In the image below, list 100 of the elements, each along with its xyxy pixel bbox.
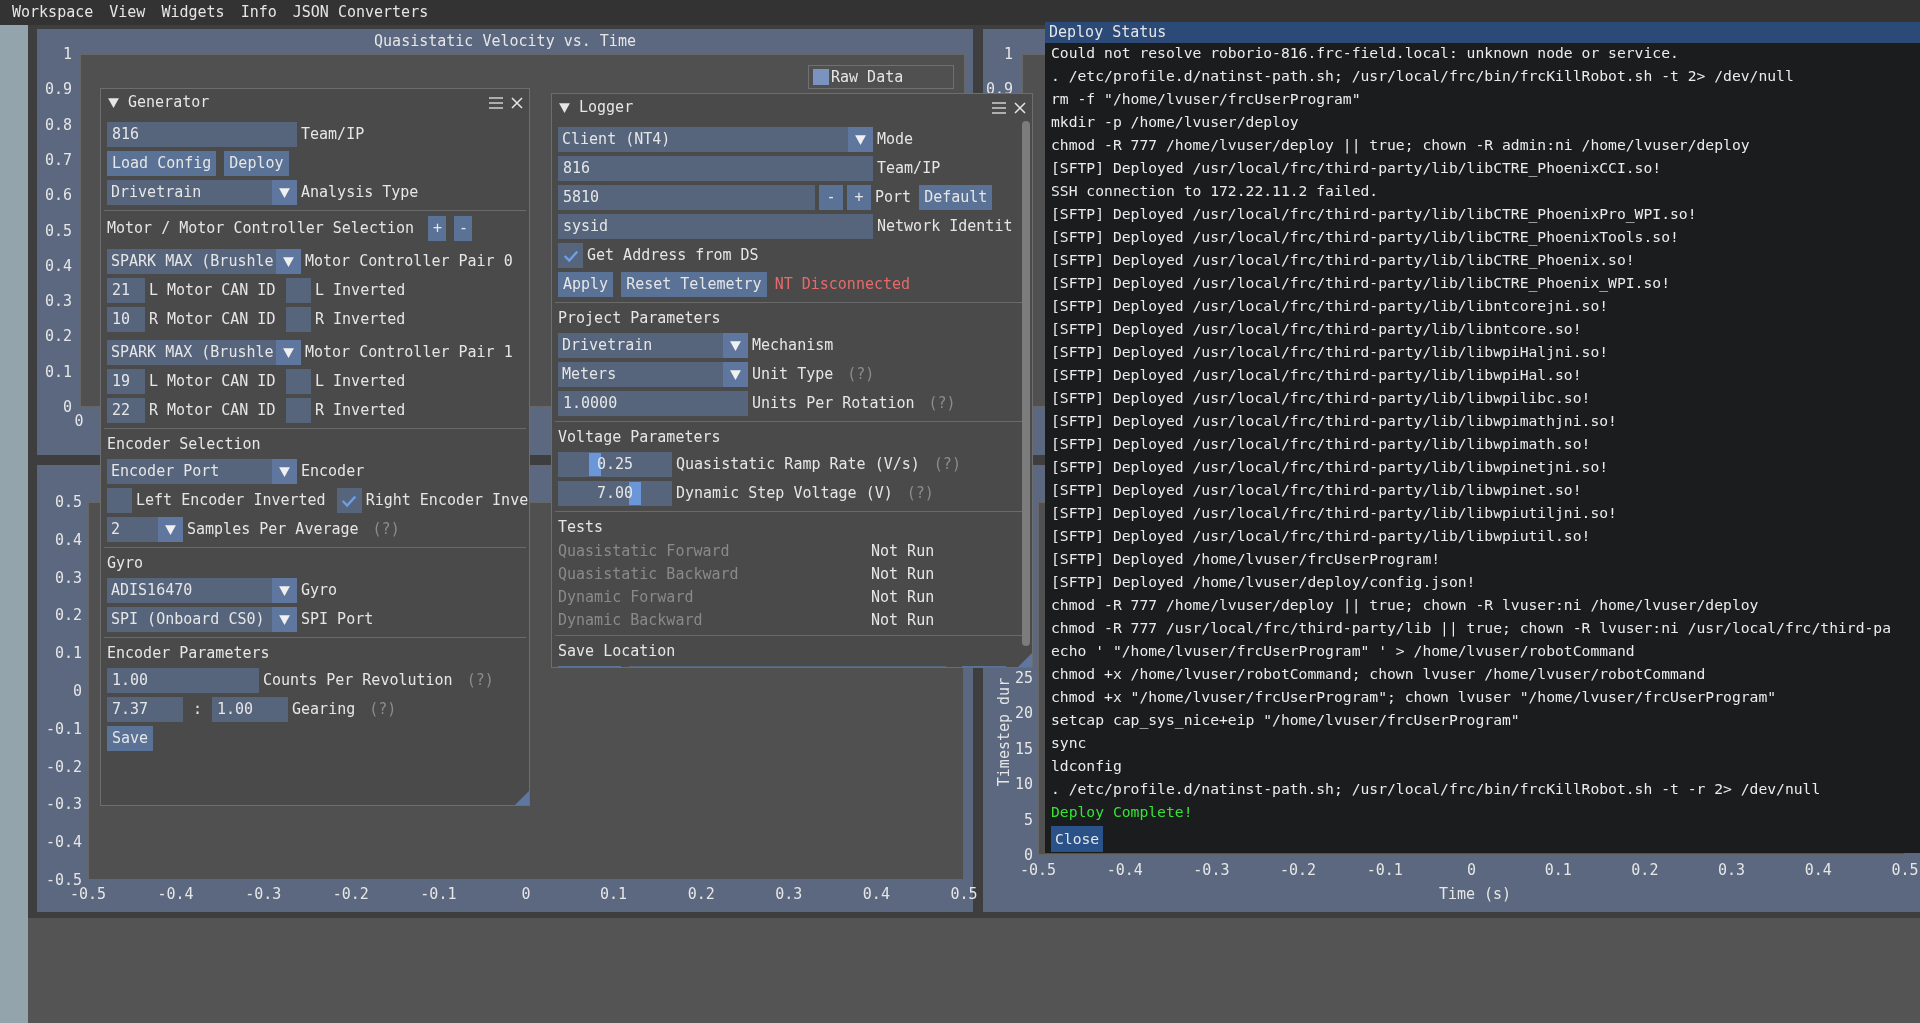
field-label: Analysis Type [301, 182, 419, 204]
axis-tick-label: 0.1 [44, 364, 72, 380]
axis-tick-label: 0.5 [950, 886, 978, 902]
log-line: mkdir -p /home/lvuser/deploy [1051, 113, 1300, 130]
close-button[interactable]: Close [1051, 826, 1104, 852]
checkbox[interactable] [558, 243, 583, 268]
dropdown[interactable]: Client (NT4) [558, 127, 873, 152]
help-marker[interactable]: (?) [847, 363, 875, 386]
text-field[interactable]: 816 [107, 122, 297, 147]
field-label: Right Encoder Inve [365, 490, 529, 512]
text-field[interactable]: 1.00 [212, 697, 289, 722]
collapse-triangle-icon[interactable] [107, 96, 120, 109]
axis-tick-label: 0.2 [44, 328, 72, 344]
action-button[interactable]: Deploy [224, 151, 289, 176]
field-label: Get Address from DS [587, 245, 759, 267]
field-label: L Motor CAN ID [149, 371, 277, 393]
action-button[interactable]: Save [107, 726, 154, 751]
help-marker[interactable]: (?) [906, 482, 934, 505]
text-field[interactable]: 21 [107, 278, 145, 303]
caret-icon [278, 613, 291, 626]
action-button[interactable]: Apply [558, 272, 614, 297]
test-status: Not Run [871, 541, 935, 563]
section-heading: Encoder Selection [107, 434, 262, 455]
axis-tick-label: 0.3 [775, 886, 803, 902]
dropdown[interactable]: Meters [558, 362, 748, 387]
test-name: Dynamic Forward [558, 587, 695, 609]
log-line: chmod -R 777 /home/lvuser/deploy || true; chown -R lvuser:ni /home/lvuser/deploy [1051, 596, 1760, 613]
dropdown[interactable]: Encoder Port [107, 459, 297, 484]
field-label: Mode [877, 129, 914, 151]
dropdown[interactable]: SPARK MAX (Brushle [107, 340, 301, 365]
log-line: chmod +x /home/lvuser/robotCommand; chown lvuser /home/lvuser/robotCommand [1051, 665, 1707, 682]
action-button[interactable]: Load Config [107, 151, 217, 176]
axis-tick-label: -0.4 [157, 886, 194, 902]
field-label: R Inverted [315, 400, 406, 422]
checkbox[interactable] [107, 488, 132, 513]
text-field[interactable]: 1.0000 [558, 391, 748, 416]
text-field[interactable]: 7.37 [107, 697, 183, 722]
text-field[interactable]: 10 [107, 307, 145, 332]
help-marker[interactable]: (?) [369, 698, 397, 721]
axis-tick-label: -0.2 [332, 886, 369, 902]
text-field[interactable]: 816 [558, 156, 873, 181]
menu-item[interactable]: Info [232, 1, 285, 24]
text-field[interactable]: 19 [107, 369, 145, 394]
checkbox[interactable] [286, 398, 311, 423]
scrollbar[interactable] [1022, 121, 1030, 646]
close-icon[interactable] [1014, 101, 1026, 114]
log-line: ldconfig [1051, 757, 1123, 774]
log-line: sync [1051, 734, 1088, 751]
log-line: echo ' "/home/lvuser/frcUserProgram" ' > /home/lvuser/robotCommand [1051, 642, 1636, 659]
section-heading: Save Location [558, 641, 677, 662]
log-line: [SFTP] Deployed /usr/local/frc/third-party/lib/libwpimath.so! [1051, 435, 1592, 452]
field-label: L Motor CAN ID [149, 280, 277, 302]
text-field[interactable]: 5810 [558, 185, 815, 210]
menu-item[interactable]: JSON Converters [284, 1, 437, 24]
menu-item[interactable]: Widgets [153, 1, 233, 24]
menu-item[interactable]: View [101, 1, 154, 24]
axis-tick-label: -0.5 [45, 872, 82, 888]
menu-item[interactable]: Workspace [4, 1, 102, 24]
checkbox[interactable] [336, 488, 362, 513]
checkbox[interactable] [286, 278, 311, 303]
collapse-triangle-icon[interactable] [558, 101, 571, 114]
text-field[interactable]: 22 [107, 398, 145, 423]
dropdown[interactable]: SPARK MAX (Brushle [107, 249, 301, 274]
dropdown[interactable]: SPI (Onboard CS0) [107, 607, 297, 632]
action-button[interactable]: - [819, 185, 843, 210]
close-icon[interactable] [511, 96, 523, 109]
test-status: Not Run [871, 564, 935, 586]
resize-grip[interactable] [1018, 653, 1032, 667]
action-button[interactable]: Reset Telemetry [621, 272, 767, 297]
text-field[interactable]: sysid [558, 214, 873, 239]
help-marker[interactable]: (?) [933, 453, 961, 476]
menu-icon[interactable] [489, 96, 503, 109]
field-label: Dynamic Step Voltage (V) [676, 483, 893, 505]
log-line: [SFTP] Deployed /usr/local/frc/third-party/lib/libwpiutiljni.so! [1051, 504, 1618, 521]
dropdown[interactable]: 2 [107, 517, 183, 542]
axis-tick-label: -0.1 [1366, 862, 1403, 878]
axis-tick-label: -0.5 [1019, 862, 1057, 878]
help-marker[interactable]: (?) [928, 392, 956, 415]
menu-icon[interactable] [992, 101, 1006, 114]
checkbox[interactable] [286, 369, 311, 394]
help-marker[interactable]: (?) [466, 669, 494, 692]
section-heading: Encoder Parameters [107, 643, 271, 664]
action-button[interactable]: - [454, 216, 473, 241]
dropdown[interactable]: ADIS16470 [107, 578, 297, 603]
test-name: Quasistatic Backward [558, 564, 740, 586]
dropdown[interactable]: Drivetrain [558, 333, 748, 358]
help-marker[interactable]: (?) [372, 518, 400, 541]
axis-tick-label: 0.3 [54, 570, 82, 586]
action-button[interactable]: + [847, 185, 871, 210]
axis-tick-label: 0 [521, 886, 531, 902]
checkbox[interactable] [286, 307, 311, 332]
text-field[interactable]: 1.00 [107, 668, 259, 693]
resize-grip[interactable] [515, 791, 529, 805]
axis-tick-label: 0.5 [1891, 862, 1919, 878]
section-heading: Project Parameters [558, 308, 722, 329]
action-button[interactable]: + [428, 216, 447, 241]
axis-tick-label: 20 [1014, 705, 1033, 721]
field-label: Motor Controller Pair 1 [305, 342, 513, 364]
dropdown[interactable]: Drivetrain [107, 180, 297, 205]
action-button[interactable]: Default [919, 185, 993, 210]
